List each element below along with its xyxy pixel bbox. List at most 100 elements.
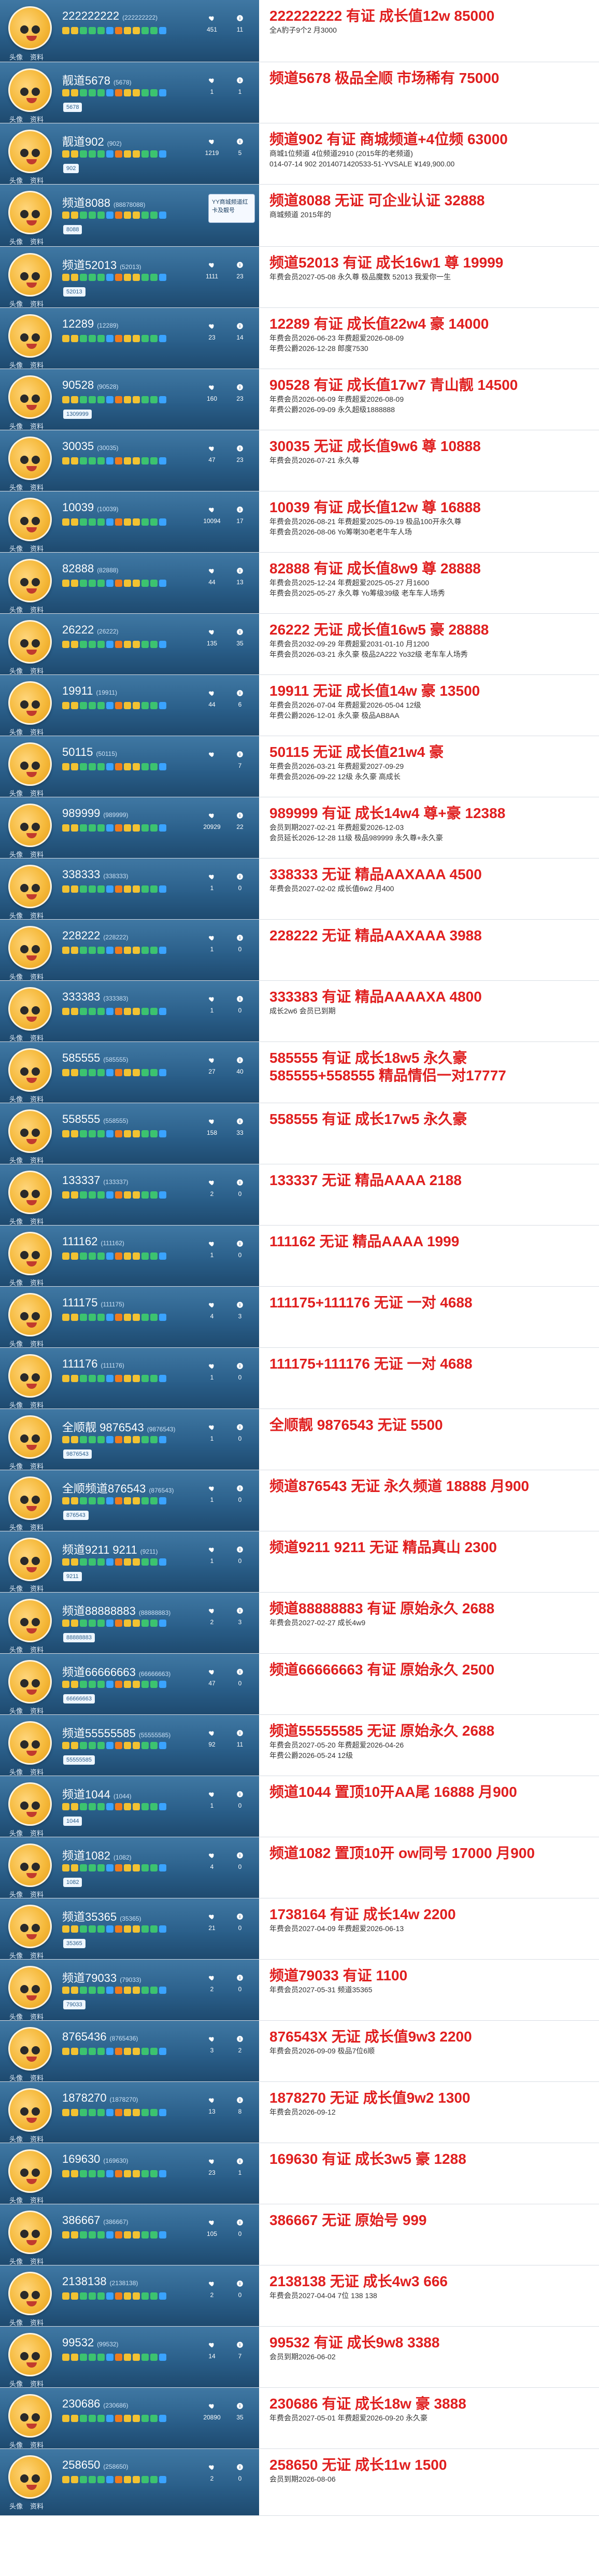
avatar-caption-right[interactable]: 资料	[30, 1644, 44, 1653]
likes-stat[interactable]: 23	[200, 322, 224, 342]
profile-name[interactable]: 1878270 (1878270)	[62, 2091, 197, 2105]
avatar-icon[interactable]	[8, 1415, 52, 1459]
likes-stat[interactable]: 4	[200, 1852, 224, 1871]
info-stat[interactable]: 0	[228, 1485, 252, 1504]
avatar-caption-left[interactable]: 头像	[9, 1339, 23, 1347]
avatar-caption-right[interactable]: 资料	[30, 849, 44, 858]
profile-name[interactable]: 989999 (989999)	[62, 807, 197, 820]
likes-stat[interactable]: 1111	[200, 261, 224, 281]
avatar-caption-left[interactable]: 头像	[9, 1767, 23, 1776]
avatar-caption-left[interactable]: 头像	[9, 2073, 23, 2081]
avatar-icon[interactable]	[8, 1966, 52, 2009]
avatar-icon[interactable]	[8, 2333, 52, 2376]
avatar-icon[interactable]	[8, 1171, 52, 1214]
avatar-caption-right[interactable]: 资料	[30, 1828, 44, 1837]
avatar-caption-right[interactable]: 资料	[30, 972, 44, 980]
avatar-icon[interactable]	[8, 191, 52, 234]
avatar-caption-left[interactable]: 头像	[9, 2256, 23, 2265]
avatar-caption-left[interactable]: 头像	[9, 1033, 23, 1041]
info-stat[interactable]: 0	[228, 934, 252, 954]
avatar-caption-left[interactable]: 头像	[9, 1155, 23, 1164]
avatar-caption-right[interactable]: 资料	[30, 299, 44, 307]
info-stat[interactable]: 0	[228, 2464, 252, 2483]
avatar-caption-right[interactable]: 资料	[30, 910, 44, 919]
info-stat[interactable]: 11	[228, 15, 252, 34]
profile-name[interactable]: 258650 (258650)	[62, 2458, 197, 2472]
avatar-caption-left[interactable]: 头像	[9, 360, 23, 369]
likes-stat[interactable]: 10094	[200, 506, 224, 526]
likes-stat[interactable]: 47	[200, 445, 224, 464]
profile-name[interactable]: 26222 (26222)	[62, 623, 197, 637]
avatar-icon[interactable]	[8, 2455, 52, 2499]
info-stat[interactable]: 0	[228, 1913, 252, 1933]
info-stat[interactable]: 6	[228, 689, 252, 709]
likes-stat[interactable]: 92	[200, 1729, 224, 1749]
info-stat[interactable]: 7	[228, 2341, 252, 2361]
avatar-caption-right[interactable]: 资料	[30, 1583, 44, 1592]
avatar-caption-left[interactable]: 头像	[9, 421, 23, 430]
promo-popup[interactable]: YY商城频道红卡及靓号	[208, 194, 255, 223]
avatar-icon[interactable]	[8, 987, 52, 1031]
profile-name[interactable]: 230686 (230686)	[62, 2397, 197, 2411]
profile-name[interactable]: 全顺频道876543 (876543)	[62, 1480, 197, 1496]
likes-stat[interactable]: 1	[200, 1240, 224, 1260]
avatar-caption-right[interactable]: 资料	[30, 1216, 44, 1225]
avatar-caption-left[interactable]: 头像	[9, 910, 23, 919]
avatar-caption-left[interactable]: 头像	[9, 299, 23, 307]
avatar-caption-left[interactable]: 头像	[9, 788, 23, 797]
avatar-caption-right[interactable]: 资料	[30, 1400, 44, 1409]
likes-stat[interactable]: 1	[200, 77, 224, 96]
profile-name[interactable]: 频道1044 (1044)	[62, 1785, 197, 1802]
avatar-caption-left[interactable]: 头像	[9, 482, 23, 491]
avatar-caption-left[interactable]: 头像	[9, 2378, 23, 2387]
avatar-icon[interactable]	[8, 926, 52, 969]
profile-name[interactable]: 8765436 (8765436)	[62, 2030, 197, 2044]
profile-name[interactable]: 频道79033 (79033)	[62, 1969, 197, 1986]
avatar-caption-right[interactable]: 资料	[30, 2317, 44, 2326]
profile-name[interactable]: 133337 (133337)	[62, 1174, 197, 1187]
avatar-caption-right[interactable]: 资料	[30, 114, 44, 123]
avatar-icon[interactable]	[8, 1782, 52, 1826]
likes-stat[interactable]: 1219	[200, 138, 224, 158]
avatar-caption-left[interactable]: 头像	[9, 727, 23, 736]
avatar-caption-right[interactable]: 资料	[30, 788, 44, 797]
avatar-caption-left[interactable]: 头像	[9, 114, 23, 123]
avatar-caption-right[interactable]: 资料	[30, 2440, 44, 2448]
info-stat[interactable]: 5	[228, 138, 252, 158]
profile-name[interactable]: 频道9211 9211 (9211)	[62, 1541, 197, 1557]
avatar-caption-left[interactable]: 头像	[9, 1828, 23, 1837]
info-stat[interactable]: 3	[228, 1301, 252, 1321]
likes-stat[interactable]: 20929	[200, 812, 224, 832]
profile-name[interactable]: 频道1082 (1082)	[62, 1847, 197, 1863]
avatar-caption-left[interactable]: 头像	[9, 2317, 23, 2326]
profile-name[interactable]: 386667 (386667)	[62, 2214, 197, 2227]
avatar-caption-left[interactable]: 头像	[9, 1950, 23, 1959]
avatar-caption-left[interactable]: 头像	[9, 2134, 23, 2143]
profile-name[interactable]: 99532 (99532)	[62, 2336, 197, 2349]
avatar-caption-right[interactable]: 资料	[30, 1950, 44, 1959]
avatar-caption-left[interactable]: 头像	[9, 1094, 23, 1103]
avatar-caption-right[interactable]: 资料	[30, 1767, 44, 1776]
info-stat[interactable]: 0	[228, 1791, 252, 1810]
info-stat[interactable]: 0	[228, 1424, 252, 1443]
avatar-caption-right[interactable]: 资料	[30, 1706, 44, 1714]
info-stat[interactable]: 0	[228, 1362, 252, 1382]
avatar-icon[interactable]	[8, 620, 52, 664]
avatar-caption-left[interactable]: 头像	[9, 666, 23, 674]
avatar-caption-left[interactable]: 头像	[9, 2440, 23, 2448]
avatar-caption-right[interactable]: 资料	[30, 421, 44, 430]
profile-name[interactable]: 19911 (19911)	[62, 684, 197, 698]
avatar-icon[interactable]	[8, 6, 52, 50]
info-stat[interactable]: 0	[228, 1668, 252, 1688]
avatar-icon[interactable]	[8, 437, 52, 480]
avatar-icon[interactable]	[8, 498, 52, 541]
likes-stat[interactable]: 1	[200, 1485, 224, 1504]
info-stat[interactable]: 13	[228, 567, 252, 587]
profile-name[interactable]: 111176 (111176)	[62, 1357, 197, 1371]
avatar-caption-right[interactable]: 资料	[30, 727, 44, 736]
likes-stat[interactable]: 1	[200, 995, 224, 1015]
avatar-caption-left[interactable]: 头像	[9, 972, 23, 980]
likes-stat[interactable]: 3	[200, 2035, 224, 2055]
avatar-icon[interactable]	[8, 1232, 52, 1275]
profile-name[interactable]: 111162 (111162)	[62, 1235, 197, 1248]
